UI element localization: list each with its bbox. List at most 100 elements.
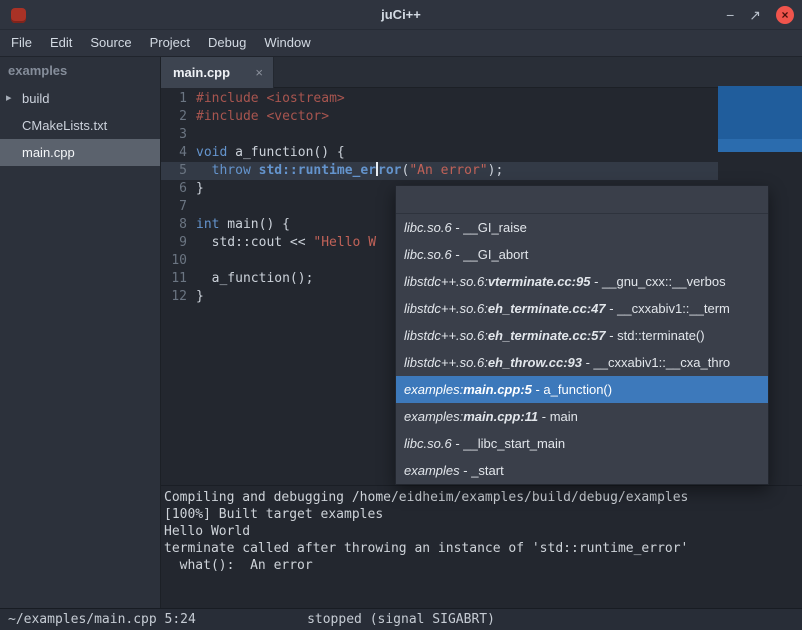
frame-function: - __cxxabiv1::__cxa_thro xyxy=(582,355,730,370)
frame-function: - __gnu_cxx::__verbos xyxy=(590,274,725,289)
stack-frame-item[interactable]: examples - _start xyxy=(396,457,768,484)
code-line[interactable]: 3 xyxy=(161,126,802,144)
line-number: 11 xyxy=(161,270,195,288)
stack-frame-item[interactable]: libstdc++.so.6:eh_terminate.cc:47 - __cx… xyxy=(396,295,768,322)
popup-search-row xyxy=(396,186,768,214)
frame-module: libstdc++.so.6: xyxy=(404,274,488,289)
menu-item-source[interactable]: Source xyxy=(81,30,140,56)
stack-trace-popup: libc.so.6 - __GI_raiselibc.so.6 - __GI_a… xyxy=(395,185,769,485)
tab-main-cpp[interactable]: main.cpp × xyxy=(161,57,274,88)
code-segment: "Hello W xyxy=(313,235,376,250)
tree-item-cmakelists-txt[interactable]: CMakeLists.txt xyxy=(0,112,160,139)
frame-function: - a_function() xyxy=(532,382,612,397)
line-number: 4 xyxy=(161,144,195,162)
frame-function: - _start xyxy=(460,463,504,478)
stack-list: libc.so.6 - __GI_raiselibc.so.6 - __GI_a… xyxy=(396,214,768,484)
code-text: void a_function() { xyxy=(196,144,345,162)
stack-frame-item[interactable]: libc.so.6 - __GI_raise xyxy=(396,214,768,241)
menubar: FileEditSourceProjectDebugWindow xyxy=(0,30,802,57)
code-segment: } xyxy=(196,181,204,196)
frame-module: libc.so.6 xyxy=(404,220,452,235)
stack-frame-item[interactable]: libc.so.6 - __libc_start_main xyxy=(396,430,768,457)
code-line[interactable]: 2#include <vector> xyxy=(161,108,802,126)
line-number: 7 xyxy=(161,198,195,216)
frame-module: examples: xyxy=(404,382,463,397)
file-tree: ▸buildCMakeLists.txtmain.cpp xyxy=(0,85,160,166)
stack-frame-item[interactable]: libc.so.6 - __GI_abort xyxy=(396,241,768,268)
project-name: examples xyxy=(0,57,160,85)
code-segment: <iostream> xyxy=(266,91,344,106)
frame-module: libstdc++.so.6: xyxy=(404,328,488,343)
restore-button[interactable]: ↗ xyxy=(749,8,761,22)
tab-close-icon[interactable]: × xyxy=(255,65,263,80)
line-number: 9 xyxy=(161,234,195,252)
chevron-right-icon[interactable]: ▸ xyxy=(6,85,20,112)
code-line[interactable]: 4void a_function() { xyxy=(161,144,802,162)
tree-item-label: build xyxy=(22,85,49,112)
terminal-line: terminate called after throwing an insta… xyxy=(164,540,798,557)
tab-label: main.cpp xyxy=(173,65,255,80)
frame-module: libc.so.6 xyxy=(404,247,452,262)
menu-item-debug[interactable]: Debug xyxy=(199,30,255,56)
menu-item-edit[interactable]: Edit xyxy=(41,30,81,56)
line-number: 3 xyxy=(161,126,195,144)
terminal-line: what(): An error xyxy=(164,557,798,574)
menu-item-window[interactable]: Window xyxy=(255,30,319,56)
menu-item-project[interactable]: Project xyxy=(141,30,199,56)
code-segment: } xyxy=(196,289,204,304)
code-segment xyxy=(196,163,212,178)
tabbar: main.cpp × xyxy=(161,57,802,88)
tree-item-main-cpp[interactable]: main.cpp xyxy=(0,139,160,166)
frame-location: main.cpp:11 xyxy=(463,409,538,424)
menu-item-file[interactable]: File xyxy=(2,30,41,56)
frame-location: eh_throw.cc:93 xyxy=(488,355,582,370)
terminal-line: [100%] Built target examples xyxy=(164,506,798,523)
minimize-button[interactable]: − xyxy=(726,8,734,22)
code-segment: #include xyxy=(196,91,259,106)
code-segment: #include xyxy=(196,109,259,124)
frame-module: libc.so.6 xyxy=(404,436,452,451)
code-text: throw std::runtime_error("An error"); xyxy=(196,162,503,180)
statusbar: stopped (signal SIGABRT) ~/examples/main… xyxy=(0,608,802,630)
code-segment: ); xyxy=(488,163,504,178)
line-number: 8 xyxy=(161,216,195,234)
stack-filter-input[interactable] xyxy=(396,186,768,213)
stack-frame-item[interactable]: libstdc++.so.6:eh_terminate.cc:57 - std:… xyxy=(396,322,768,349)
frame-module: libstdc++.so.6: xyxy=(404,355,488,370)
code-text: } xyxy=(196,288,204,306)
terminal-line: Hello World xyxy=(164,523,798,540)
code-text: std::cout << "Hello W xyxy=(196,234,376,252)
frame-location: eh_terminate.cc:57 xyxy=(488,328,606,343)
tree-item-label: main.cpp xyxy=(22,139,75,166)
code-text: } xyxy=(196,180,204,198)
code-line[interactable]: 5 throw std::runtime_error("An error"); xyxy=(161,162,802,180)
tree-item-label: CMakeLists.txt xyxy=(22,112,107,139)
code-segment: throw xyxy=(212,163,251,178)
code-line[interactable]: 1#include <iostream> xyxy=(161,90,802,108)
code-segment: int xyxy=(196,217,219,232)
code-segment: std::runtime_er xyxy=(259,163,376,178)
code-segment: <vector> xyxy=(266,109,329,124)
stack-frame-item[interactable]: libstdc++.so.6:eh_throw.cc:93 - __cxxabi… xyxy=(396,349,768,376)
code-text: #include <vector> xyxy=(196,108,329,126)
stack-frame-item[interactable]: examples:main.cpp:11 - main xyxy=(396,403,768,430)
terminal-output[interactable]: Compiling and debugging /home/eidheim/ex… xyxy=(161,485,802,608)
window-controls: − ↗ × xyxy=(726,0,794,30)
window-title: juCi++ xyxy=(0,0,802,29)
frame-module: libstdc++.so.6: xyxy=(404,301,488,316)
code-segment xyxy=(251,163,259,178)
code-segment: a_function(); xyxy=(196,271,313,286)
line-number: 6 xyxy=(161,180,195,198)
frame-function: - __libc_start_main xyxy=(452,436,565,451)
stack-frame-item[interactable]: examples:main.cpp:5 - a_function() xyxy=(396,376,768,403)
stack-frame-item[interactable]: libstdc++.so.6:vterminate.cc:95 - __gnu_… xyxy=(396,268,768,295)
frame-location: main.cpp:5 xyxy=(463,382,532,397)
code-segment: main() { xyxy=(219,217,289,232)
debug-tooltip xyxy=(718,86,802,152)
line-number: 5 xyxy=(161,162,195,180)
tree-item-build[interactable]: ▸build xyxy=(0,85,160,112)
frame-function: - std::terminate() xyxy=(606,328,705,343)
code-segment: a_function() { xyxy=(227,145,344,160)
close-button[interactable]: × xyxy=(776,6,794,24)
frame-function: - __cxxabiv1::__term xyxy=(606,301,730,316)
